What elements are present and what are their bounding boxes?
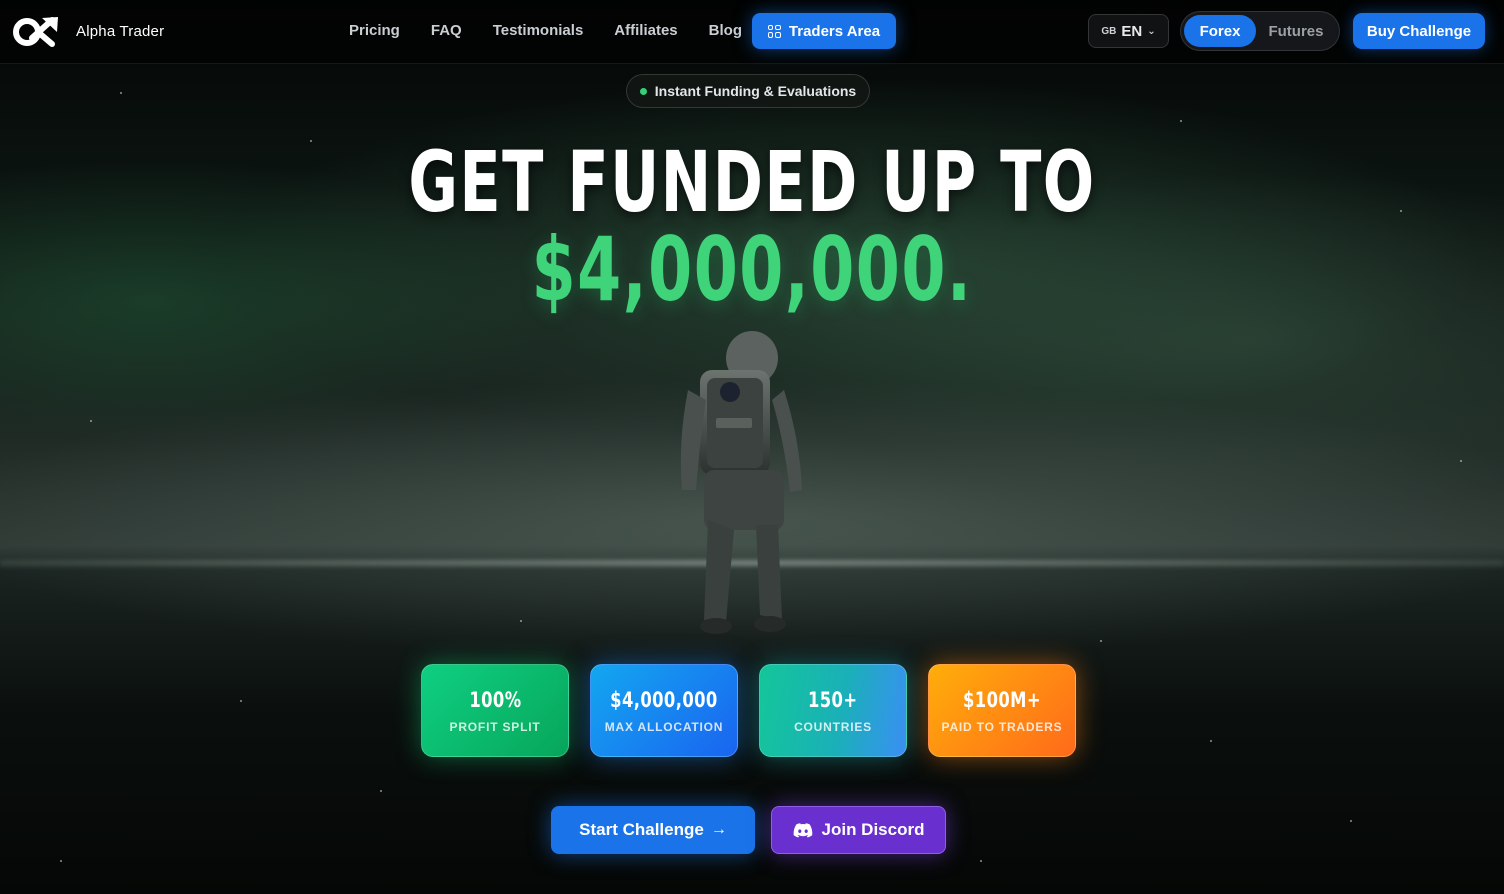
traders-area-button[interactable]: Traders Area: [752, 13, 896, 49]
arrow-right-icon: →: [710, 821, 727, 838]
grid-icon: [767, 24, 781, 38]
stat-label: COUNTRIES: [794, 719, 872, 734]
stat-label: MAX ALLOCATION: [604, 719, 724, 734]
language-selector[interactable]: GB EN ⌄: [1088, 14, 1169, 48]
headline-line-1: GET FUNDED UP TO: [408, 133, 1096, 231]
nav-item-testimonials[interactable]: Testimonials: [493, 22, 584, 39]
chevron-down-icon: ⌄: [1147, 25, 1156, 37]
market-toggle: Forex Futures: [1180, 11, 1340, 51]
join-discord-button[interactable]: Join Discord: [771, 806, 946, 854]
site-header: Alpha Trader Pricing FAQ Testimonials Af…: [0, 0, 1504, 64]
stat-label: PROFIT SPLIT: [449, 719, 541, 734]
stat-value: $4,000,000: [610, 687, 718, 712]
nav-item-pricing[interactable]: Pricing: [349, 22, 400, 39]
main-nav: Pricing FAQ Testimonials Affiliates Blog: [349, 22, 742, 39]
start-challenge-label: Start Challenge: [579, 820, 704, 839]
toggle-futures[interactable]: Futures: [1256, 15, 1336, 47]
join-discord-label: Join Discord: [821, 820, 925, 839]
stat-card-max-allocation: $4,000,000 MAX ALLOCATION: [590, 664, 738, 757]
stat-value: $100M+: [963, 687, 1041, 712]
nav-item-affiliates[interactable]: Affiliates: [614, 22, 677, 39]
stat-label: PAID TO TRADERS: [941, 719, 1063, 734]
stat-card-profit-split: 100% PROFIT SPLIT: [421, 664, 569, 757]
stat-card-countries: 150+ COUNTRIES: [759, 664, 907, 757]
nav-item-faq[interactable]: FAQ: [431, 22, 462, 39]
language-code: EN: [1121, 22, 1143, 40]
traders-area-label: Traders Area: [788, 22, 881, 40]
nav-item-blog[interactable]: Blog: [709, 22, 742, 39]
hero-badge-text: Instant Funding & Evaluations: [654, 83, 857, 99]
toggle-forex[interactable]: Forex: [1184, 15, 1256, 47]
stat-card-paid-to-traders: $100M+ PAID TO TRADERS: [928, 664, 1076, 757]
stats-row: 100% PROFIT SPLIT $4,000,000 MAX ALLOCAT…: [421, 664, 1076, 757]
headline-line-2: $4,000,000.: [531, 218, 973, 321]
gb-flag-icon: GB: [1101, 25, 1117, 37]
alpha-trader-logo-icon: [13, 17, 58, 47]
discord-icon: [793, 822, 812, 837]
brand-logo[interactable]: Alpha Trader: [12, 14, 164, 48]
start-challenge-button[interactable]: Start Challenge →: [551, 806, 755, 854]
status-dot-icon: [639, 87, 647, 95]
astronaut-image: [680, 331, 802, 634]
stat-value: 150+: [808, 687, 858, 712]
stat-value: 100%: [468, 687, 522, 712]
buy-challenge-button[interactable]: Buy Challenge: [1353, 13, 1485, 49]
hero-badge: Instant Funding & Evaluations: [626, 74, 870, 108]
brand-name: Alpha Trader: [76, 22, 165, 40]
